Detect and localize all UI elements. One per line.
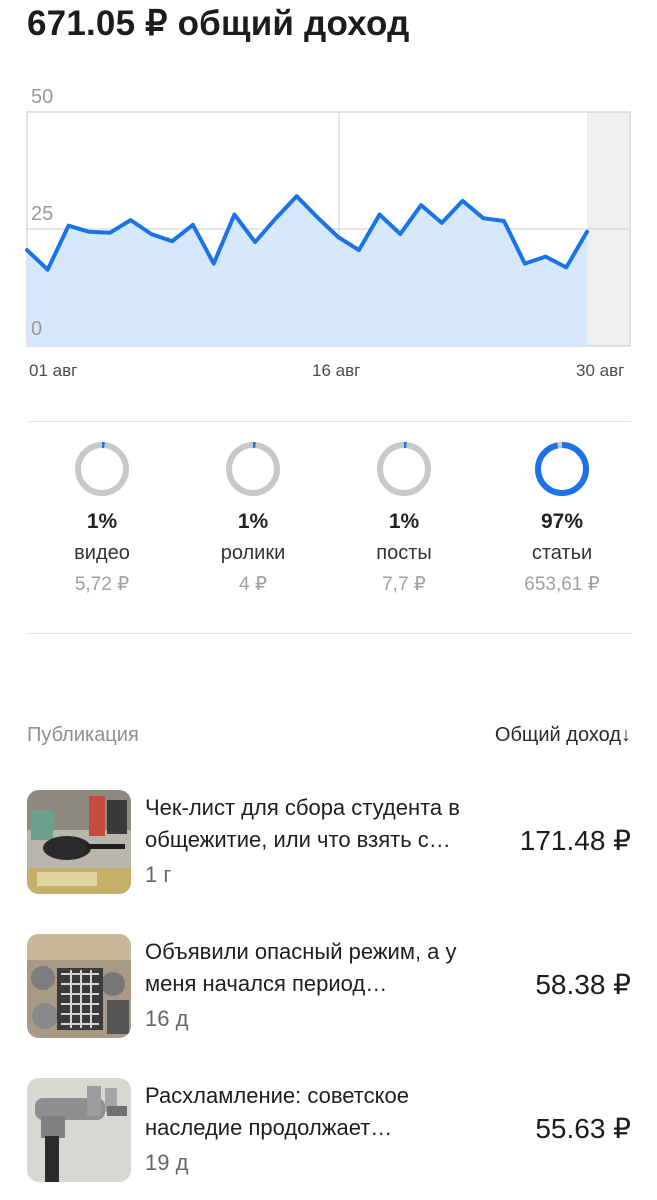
publication-title: Расхламление: советское наследие продолж… <box>145 1083 409 1140</box>
income-chart[interactable]: 50 25 0 01 авг 16 авг 30 авг <box>0 78 657 398</box>
y-tick-label: 50 <box>31 86 54 108</box>
divider <box>27 633 631 634</box>
breakdown-percent: 97% <box>540 510 584 533</box>
progress-ring-icon <box>377 442 431 496</box>
breakdown-label: статьи <box>531 542 593 564</box>
list-header: Публикация Общий доход↓ <box>27 724 631 752</box>
progress-ring-icon <box>226 442 280 496</box>
breakdown-label: посты <box>376 542 432 564</box>
publication-income: 55.63 ₽ <box>535 1113 631 1144</box>
divider <box>27 421 631 422</box>
progress-ring-icon <box>535 442 589 496</box>
breakdown-video[interactable]: 1% видео 5,72 ₽ <box>27 440 177 596</box>
breakdown-amount: 653,61 ₽ <box>524 574 600 595</box>
progress-ring-icon <box>75 442 129 496</box>
publication-row[interactable]: Расхламление: советское наследие продолж… <box>27 1078 631 1186</box>
breakdown-shorts[interactable]: 1% ролики 4 ₽ <box>178 440 328 596</box>
series-area <box>27 196 587 346</box>
publication-title: Чек-лист для сбора студента в общежитие,… <box>145 795 460 852</box>
publication-age: 1 г <box>145 862 172 887</box>
publication-income: 58.38 ₽ <box>535 969 631 1000</box>
breakdown-posts[interactable]: 1% посты 7,7 ₽ <box>329 440 479 596</box>
breakdown-label: ролики <box>220 542 286 564</box>
publication-row[interactable]: Объявили опасный режим, а у меня начался… <box>27 934 631 1042</box>
breakdown-amount: 7,7 ₽ <box>382 574 426 595</box>
sort-by-income-button[interactable]: Общий доход↓ <box>495 724 631 747</box>
publication-age: 19 д <box>145 1150 189 1175</box>
x-tick-label: 30 авг <box>576 361 625 380</box>
income-breakdown: 1% видео 5,72 ₽ 1% ролики 4 ₽ 1% посты 7… <box>27 440 631 620</box>
publication-thumbnail <box>27 790 131 894</box>
breakdown-percent: 1% <box>388 510 420 533</box>
publication-age: 16 д <box>145 1006 189 1031</box>
publication-row[interactable]: Чек-лист для сбора студента в общежитие,… <box>27 790 631 898</box>
breakdown-articles[interactable]: 97% статьи 653,61 ₽ <box>487 440 637 596</box>
x-tick-label: 01 авг <box>29 361 78 380</box>
breakdown-percent: 1% <box>86 510 118 533</box>
breakdown-percent: 1% <box>237 510 269 533</box>
y-tick-label: 0 <box>31 318 43 340</box>
publication-title: Объявили опасный режим, а у меня начался… <box>145 939 457 996</box>
column-publication: Публикация <box>27 724 139 746</box>
total-income-title: 671.05 ₽ общий доход <box>27 4 410 43</box>
y-tick-label: 25 <box>31 203 54 225</box>
breakdown-label: видео <box>74 542 130 564</box>
breakdown-amount: 4 ₽ <box>239 574 267 595</box>
income-chart-svg <box>25 111 631 347</box>
publication-thumbnail <box>27 1078 131 1182</box>
publication-thumbnail <box>27 934 131 1038</box>
income-page: 671.05 ₽ общий доход 50 25 0 01 авг 16 а… <box>0 0 657 1200</box>
x-tick-label: 16 авг <box>312 361 361 380</box>
publication-income: 171.48 ₽ <box>519 825 631 856</box>
breakdown-amount: 5,72 ₽ <box>74 574 130 595</box>
